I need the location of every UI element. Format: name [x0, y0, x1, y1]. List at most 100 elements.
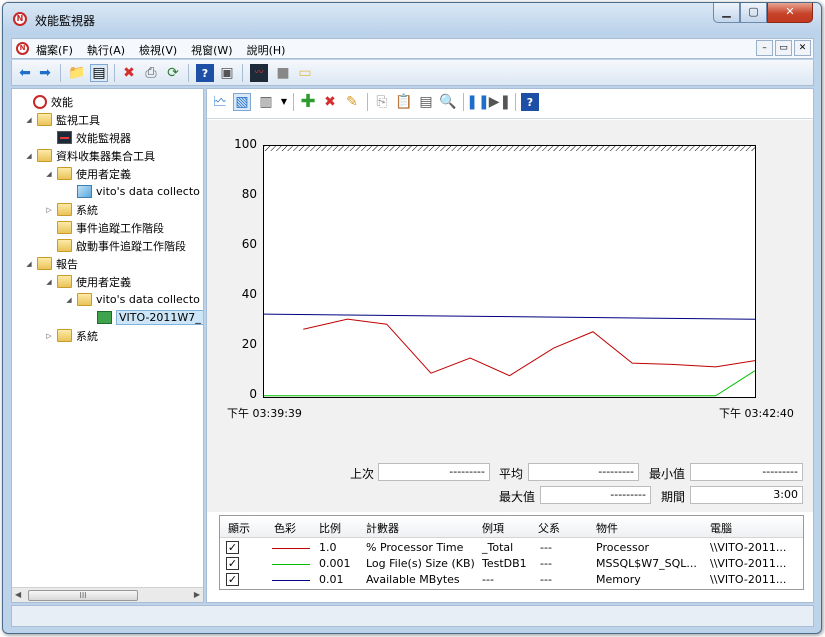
- folder-icon[interactable]: ▭: [296, 64, 314, 82]
- maximize-button[interactable]: ▢: [740, 3, 767, 23]
- menu-action[interactable]: 執行(A): [87, 42, 125, 58]
- expand-toggle-icon[interactable]: ▷: [44, 206, 54, 214]
- column-header-computer[interactable]: 電腦: [710, 520, 732, 536]
- expand-toggle-icon[interactable]: ▷: [44, 332, 54, 340]
- help-icon[interactable]: ?: [196, 64, 214, 82]
- view-log-data-icon[interactable]: ▧: [233, 93, 251, 111]
- highlight-icon[interactable]: ✎: [343, 93, 361, 111]
- tree-node-label: 監視工具: [56, 113, 100, 127]
- document-icon[interactable]: N: [16, 42, 29, 55]
- column-header-counter[interactable]: 計數器: [366, 520, 399, 536]
- tree-node[interactable]: ▷ 系統: [44, 327, 98, 344]
- menu-window[interactable]: 視窗(W): [191, 42, 232, 58]
- tree-node-label: 資料收集器集合工具: [56, 149, 155, 163]
- tree-node[interactable]: ◢ 報告: [24, 255, 78, 272]
- column-header-scale[interactable]: 比例: [319, 520, 341, 536]
- show-hide-tree-icon[interactable]: ▤: [90, 64, 108, 82]
- tree-node[interactable]: 效能監視器: [44, 129, 131, 146]
- mdi-restore-button[interactable]: ▭: [775, 40, 792, 56]
- expand-toggle-icon[interactable]: ◢: [44, 170, 54, 178]
- change-graph-type-icon[interactable]: ▥: [257, 93, 275, 111]
- tree-node[interactable]: 效能: [20, 93, 73, 110]
- column-header-show[interactable]: 顯示: [228, 520, 250, 536]
- folder-icon: [57, 167, 72, 180]
- expand-toggle-icon[interactable]: ◢: [64, 296, 74, 304]
- close-button[interactable]: ✕: [767, 3, 813, 23]
- series-line[interactable]: [263, 313, 756, 320]
- column-header-instance[interactable]: 例項: [482, 520, 504, 536]
- mdi-close-button[interactable]: ✕: [794, 40, 811, 56]
- menu-help[interactable]: 說明(H): [247, 42, 286, 58]
- tree-node[interactable]: ◢ 使用者定義: [44, 273, 131, 290]
- y-tick-label: 0: [249, 387, 257, 401]
- delete-counter-icon[interactable]: ✖: [321, 93, 339, 111]
- counter-list[interactable]: 顯示 色彩 比例 計數器 例項 父系 物件 電腦 ✓ 1.0 % Processor…: [219, 515, 804, 590]
- tree-node-label: 啟動事件追蹤工作階段: [76, 239, 186, 253]
- expand-toggle-icon[interactable]: ◢: [24, 116, 34, 124]
- tree-node[interactable]: vito's data collecto: [64, 183, 200, 200]
- monitor-icon[interactable]: 〰: [250, 64, 268, 82]
- folder-icon: [77, 293, 92, 306]
- tree-scroll-thumb[interactable]: III: [28, 590, 138, 601]
- column-header-parent[interactable]: 父系: [538, 520, 560, 536]
- column-header-color[interactable]: 色彩: [274, 520, 296, 536]
- series-line[interactable]: [264, 370, 756, 397]
- minimize-button[interactable]: ▁: [713, 3, 740, 23]
- tree-node[interactable]: ▷ 系統: [44, 201, 98, 218]
- parent-cell: ---: [540, 541, 552, 554]
- counter-row[interactable]: ✓ 1.0 % Processor Time _Total --- Processor \\…: [220, 540, 803, 556]
- show-checkbox[interactable]: ✓: [226, 557, 239, 570]
- refresh-icon[interactable]: ⟳: [164, 64, 182, 82]
- expand-toggle-icon[interactable]: ◢: [24, 152, 34, 160]
- mdi-minimize-button[interactable]: –: [756, 40, 773, 56]
- copy-properties-icon[interactable]: ⎘: [373, 93, 391, 111]
- plot-area[interactable]: [263, 145, 756, 398]
- counter-row[interactable]: ✓ 0.001 Log File(s) Size (KB) TestDB1 --- MSS…: [220, 556, 803, 572]
- tree-node[interactable]: 啟動事件追蹤工作階段: [44, 237, 186, 254]
- properties-icon[interactable]: ▣: [218, 64, 236, 82]
- navigation-tree[interactable]: 效能 ◢ 監視工具 效能監視器 ◢ 資料收集器集合工具 ◢ 使用者定義 vito's data …: [11, 88, 204, 603]
- expand-toggle-icon[interactable]: ◢: [24, 260, 34, 268]
- scroll-right-icon[interactable]: ▶: [194, 590, 200, 599]
- last-label: 上次: [349, 467, 374, 481]
- computer-cell: \\VITO-2011...: [710, 573, 787, 586]
- forward-arrow-icon[interactable]: ➡: [36, 64, 54, 82]
- graph-type-dropdown-icon[interactable]: ▼: [275, 93, 293, 111]
- tree-node[interactable]: VITO-2011W7_: [84, 309, 203, 326]
- stop-icon[interactable]: ■: [274, 64, 292, 82]
- menu-view[interactable]: 檢視(V): [139, 42, 177, 58]
- tree-node[interactable]: ◢ 監視工具: [24, 111, 100, 128]
- perfmon-app-icon[interactable]: N: [13, 12, 27, 26]
- up-folder-icon[interactable]: 📁: [68, 64, 86, 82]
- x-end-time: 下午 03:42:40: [719, 407, 794, 420]
- print-icon[interactable]: ⎙: [142, 64, 160, 82]
- back-arrow-icon[interactable]: ⬅: [16, 64, 34, 82]
- scroll-left-icon[interactable]: ◀: [15, 590, 21, 599]
- view-current-activity-icon[interactable]: 🗠: [211, 93, 229, 111]
- show-checkbox[interactable]: ✓: [226, 573, 239, 586]
- tree-node[interactable]: ◢ vito's data collecto: [64, 291, 200, 308]
- tree-node-label: VITO-2011W7_: [116, 310, 203, 325]
- expand-toggle-icon[interactable]: ◢: [44, 278, 54, 286]
- update-data-icon[interactable]: ▶❚: [489, 93, 512, 111]
- tree-node[interactable]: 事件追蹤工作階段: [44, 219, 164, 236]
- duration-label: 期間: [660, 490, 685, 504]
- graph-toolbar: 🗠 ▧ ▥ ▼ ✚ ✖ ✎ ⎘ 📋 ▤ 🔍 ❚❚ ▶❚ ?: [207, 89, 813, 119]
- properties-icon[interactable]: ▤: [417, 93, 435, 111]
- menu-file[interactable]: 檔案(F): [36, 42, 73, 58]
- tree-node[interactable]: ◢ 資料收集器集合工具: [24, 147, 155, 164]
- add-counter-icon[interactable]: ✚: [299, 93, 317, 111]
- column-header-object[interactable]: 物件: [596, 520, 618, 536]
- title-bar[interactable]: N 效能監視器 ▁ ▢ ✕: [3, 3, 821, 35]
- tree-node-label: vito's data collecto: [96, 293, 200, 306]
- help-icon[interactable]: ?: [521, 93, 539, 111]
- tree-horizontal-scrollbar[interactable]: ◀ III ▶: [12, 587, 203, 602]
- zoom-icon[interactable]: 🔍: [439, 93, 457, 111]
- show-checkbox[interactable]: ✓: [226, 541, 239, 554]
- delete-icon[interactable]: ✖: [120, 64, 138, 82]
- tree-node[interactable]: ◢ 使用者定義: [44, 165, 131, 182]
- series-line[interactable]: [303, 318, 756, 377]
- freeze-display-icon[interactable]: ❚❚: [466, 93, 489, 111]
- paste-counter-icon[interactable]: 📋: [395, 93, 413, 111]
- counter-row[interactable]: ✓ 0.01 Available MBytes --- --- Memory \\VITO-…: [220, 572, 803, 588]
